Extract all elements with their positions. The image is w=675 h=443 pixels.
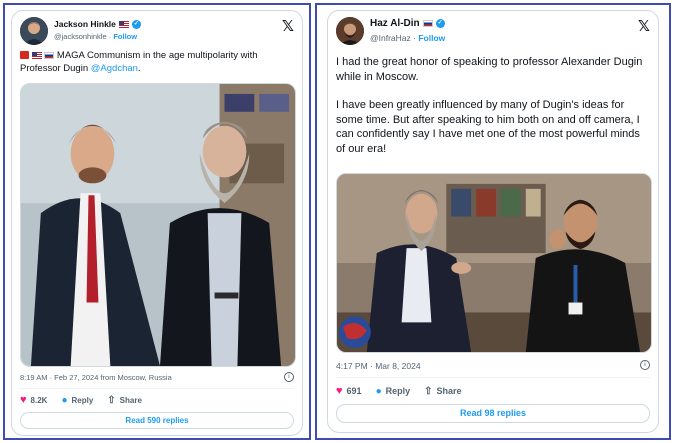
author-handle-row: @jacksonhinkle · Follow [54,32,137,41]
author-name-row: Jackson Hinkle ✓ [54,19,141,29]
share-icon: ⇧ [424,385,433,397]
timestamp[interactable]: 4:17 PM · Mar 8, 2024 [336,361,421,371]
author-handle[interactable]: @jacksonhinkle [54,32,107,41]
author-handle-row: @InfraHaz · Follow [370,33,445,43]
separator-dot: · [413,33,416,43]
tweet-card-jackson-hinkle: Jackson Hinkle ✓ @jacksonhinkle · Follow… [11,10,303,436]
x-logo-icon[interactable]: 𝕏 [282,17,294,35]
tweet-photo[interactable] [336,173,652,353]
separator-dot: · [108,32,112,41]
right-screenshot-frame: Haz Al-Din ✓ @InfraHaz · Follow 𝕏 I had … [315,3,671,440]
mention-link[interactable]: @Agdchan [91,63,138,74]
reply-label: Reply [385,386,411,396]
share-label: Share [119,395,142,405]
tweet-paragraph-1: I had the great honor of speaking to pro… [336,56,643,83]
tweet-body-end: . [137,63,141,74]
russia-flag-icon [422,20,433,27]
like-button[interactable]: ♥ 691 [336,385,362,397]
tweet-card-haz-al-din: Haz Al-Din ✓ @InfraHaz · Follow 𝕏 I had … [327,10,659,433]
tweet-header: Jackson Hinkle ✓ @jacksonhinkle · Follow… [20,17,294,45]
us-flag-icon [118,20,129,28]
heart-icon: ♥ [336,385,343,397]
reply-button[interactable]: ● Reply [376,386,411,397]
tweet-text: MAGA Communism in the age multipolarity … [20,49,294,75]
author-name[interactable]: Jackson Hinkle [54,19,116,29]
info-icon[interactable]: i [640,360,650,370]
reply-icon: ● [375,385,382,397]
tweet-paragraph-2: I have been greatly influenced by many o… [336,99,640,155]
reply-label: Reply [71,395,94,405]
like-button[interactable]: ♥ 8.2K [20,394,47,406]
author-handle[interactable]: @InfraHaz [370,33,411,43]
tweet-actions: ♥ 691 ● Reply ⇧ Share [336,385,650,397]
info-icon[interactable]: i [284,372,294,382]
divider [336,377,650,378]
share-button[interactable]: ⇧ Share [107,395,142,406]
follow-button[interactable]: Follow [418,33,445,43]
russia-flag-icon [44,51,55,59]
read-replies-button[interactable]: Read 98 replies [336,404,650,423]
hammer-sickle-flag-icon [20,51,29,60]
like-count: 691 [346,386,362,396]
left-screenshot-frame: Jackson Hinkle ✓ @jacksonhinkle · Follow… [3,3,311,440]
us-flag-icon [31,51,42,59]
tweet-photo[interactable] [20,83,296,367]
x-logo-icon[interactable]: 𝕏 [638,17,650,35]
like-count: 8.2K [30,395,48,405]
share-icon: ⇧ [107,394,116,406]
tweet-meta: 4:17 PM · Mar 8, 2024 i [336,360,650,371]
verified-badge-icon: ✓ [435,19,445,28]
tweet-text: I had the great honor of speaking to pro… [336,55,650,156]
author-name[interactable]: Haz Al-Din [370,18,420,29]
author-avatar[interactable] [20,17,48,45]
verified-badge-icon: ✓ [131,19,141,29]
reply-button[interactable]: ● Reply [61,395,93,406]
share-label: Share [436,386,462,396]
author-name-row: Haz Al-Din ✓ [370,18,445,29]
tweet-header: Haz Al-Din ✓ @InfraHaz · Follow 𝕏 [336,17,650,45]
tweet-meta: 8:19 AM · Feb 27, 2024 from Moscow, Russ… [20,372,294,382]
share-button[interactable]: ⇧ Share [424,386,461,397]
heart-icon: ♥ [20,394,27,406]
timestamp[interactable]: 8:19 AM · Feb 27, 2024 from Moscow, Russ… [20,373,172,382]
author-avatar[interactable] [336,17,364,45]
follow-button[interactable]: Follow [113,32,137,41]
tweet-actions: ♥ 8.2K ● Reply ⇧ Share [20,394,294,406]
read-replies-button[interactable]: Read 590 replies [20,412,294,429]
reply-icon: ● [61,394,68,406]
divider [20,388,294,389]
